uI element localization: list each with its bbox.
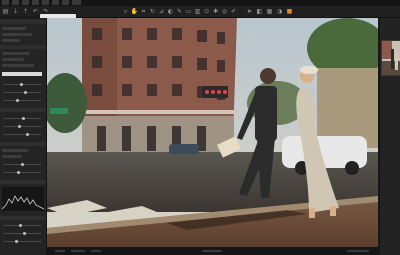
toolbar-right-group: ➤ ◧ ▦ ◑ ■ (246, 8, 293, 15)
selected-row[interactable] (2, 72, 42, 76)
hand-icon[interactable]: ✋ (131, 8, 138, 15)
panel-row (2, 149, 28, 152)
import-icon[interactable]: ↓ (12, 8, 19, 15)
slider-handle[interactable] (20, 83, 23, 86)
panel-row (2, 33, 32, 36)
slider-handle[interactable] (17, 171, 20, 174)
slider-track[interactable] (3, 241, 41, 242)
panel-row (2, 52, 30, 55)
mask-icon[interactable]: ◐ (167, 8, 174, 15)
slider-track[interactable] (3, 126, 41, 127)
folder-icon[interactable]: ▤ (2, 8, 9, 15)
crop-icon[interactable]: ⌗ (140, 8, 147, 15)
panel-header (0, 216, 46, 220)
brush-icon[interactable]: ✎ (176, 8, 183, 15)
zoom-icon[interactable]: ⌕ (122, 8, 129, 15)
panel-header (0, 20, 46, 24)
slider-handle[interactable] (23, 232, 26, 235)
cursor-icon[interactable]: ➤ (246, 8, 253, 15)
status-bar (47, 247, 378, 255)
clone-icon[interactable]: ◎ (221, 8, 228, 15)
slider-handle[interactable] (26, 133, 29, 136)
slider-track[interactable] (3, 225, 41, 226)
exposure-icon[interactable]: ◑ (276, 8, 283, 15)
annotate-icon[interactable]: ✐ (230, 8, 237, 15)
slider-handle[interactable] (24, 91, 27, 94)
toolbar-tools-group: ⌕ ✋ ⌗ ↻ ⊿ ◐ ✎ ▭ ▥ ⊙ ✚ ◎ ✐ (122, 8, 237, 15)
slider-track[interactable] (3, 172, 41, 173)
slider-track[interactable] (3, 233, 41, 234)
panel-header (0, 142, 46, 146)
export-icon[interactable]: ↑ (22, 8, 29, 15)
panel-row (2, 27, 26, 30)
left-tool-panel (0, 18, 47, 255)
slider-track[interactable] (3, 134, 41, 135)
keystone-icon[interactable]: ⊿ (158, 8, 165, 15)
panel-header (0, 45, 46, 49)
panel-row (2, 155, 22, 158)
compare-icon[interactable]: ◧ (256, 8, 263, 15)
gradient-icon[interactable]: ▥ (194, 8, 201, 15)
slider-handle[interactable] (19, 224, 22, 227)
orange-alert-icon[interactable]: ■ (286, 8, 293, 15)
panel-row (2, 58, 24, 61)
thumbnail[interactable] (381, 40, 400, 76)
slider-track[interactable] (3, 100, 41, 101)
histogram (1, 187, 45, 211)
image-viewer[interactable] (47, 18, 378, 247)
slider-handle[interactable] (21, 163, 24, 166)
rotate-icon[interactable]: ↻ (149, 8, 156, 15)
panel-row (2, 64, 34, 67)
picker-icon[interactable]: ⊙ (203, 8, 210, 15)
slider-handle[interactable] (15, 240, 18, 243)
slider-handle[interactable] (22, 117, 25, 120)
street-photo (47, 18, 378, 247)
slider-handle[interactable] (18, 125, 21, 128)
eraser-icon[interactable]: ▭ (185, 8, 192, 15)
slider-track[interactable] (3, 92, 41, 93)
undo-icon[interactable]: ↶ (32, 8, 39, 15)
panel-header (0, 108, 46, 112)
panel-header (0, 180, 46, 184)
panel-row (2, 39, 20, 42)
heal-icon[interactable]: ✚ (212, 8, 219, 15)
grid-icon[interactable]: ▦ (266, 8, 273, 15)
slider-handle[interactable] (16, 99, 19, 102)
